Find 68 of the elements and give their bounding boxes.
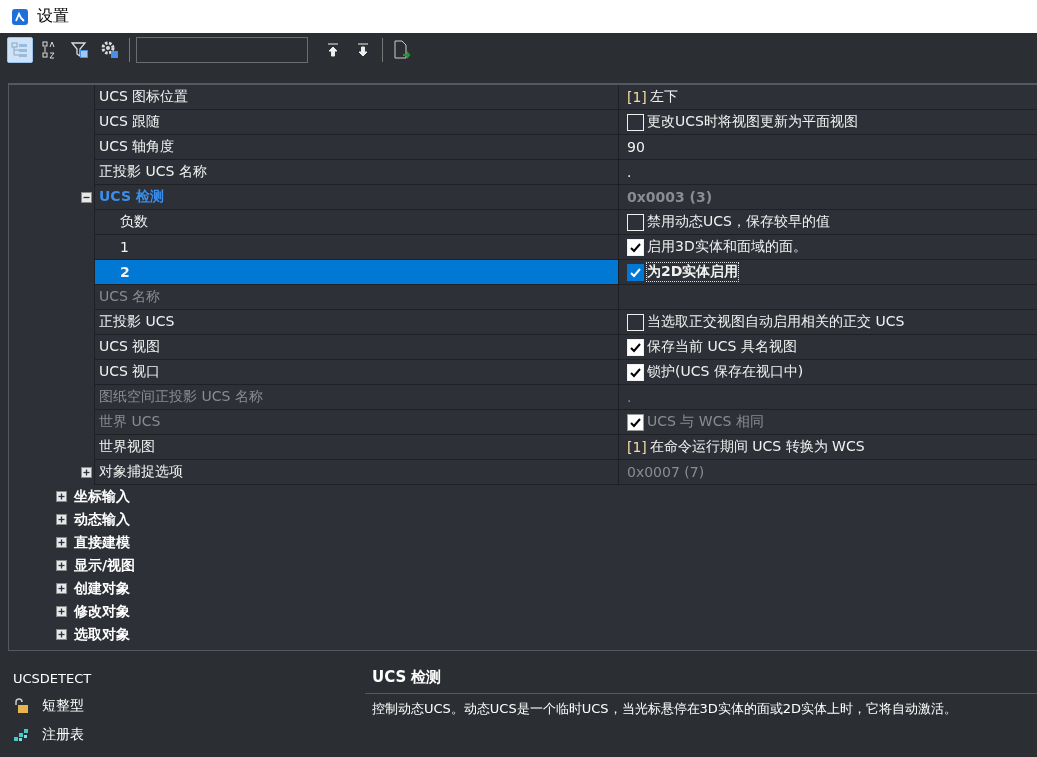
document-arrow-icon: [393, 39, 411, 60]
description-text: 控制动态UCS。动态UCS是一个临时UCS，当光标悬停在3D实体的面或2D实体上时，它将自动激活。: [371, 700, 959, 718]
property-value: .: [627, 389, 632, 405]
option-index: [1]: [627, 439, 647, 455]
settings-icon: [101, 40, 119, 59]
property-name: 1: [120, 239, 129, 255]
arrow-up-icon: [327, 42, 339, 57]
category-label[interactable]: 选取对象: [74, 625, 130, 644]
property-name: UCS 视图: [99, 338, 161, 356]
category-label[interactable]: 显示/视图: [74, 556, 136, 575]
property-value: 锁护(UCS 保存在视口中): [647, 363, 804, 381]
description-title: UCS 检测: [365, 668, 1037, 694]
property-value: 左下: [649, 88, 678, 106]
command-name: UCSDETECT: [13, 671, 93, 686]
property-name: 负数: [120, 213, 148, 231]
property-name: UCS 图标位置: [99, 88, 189, 106]
property-value: 禁用动态UCS，保存较早的值: [647, 213, 830, 231]
property-value: 90: [627, 139, 645, 155]
lock-icon: [13, 698, 29, 714]
category-label[interactable]: 直接建模: [74, 533, 130, 552]
property-value: 保存当前 UCS 具名视图: [647, 338, 797, 356]
property-value: 0x0007 (7): [627, 464, 705, 480]
property-name: UCS 视口: [99, 363, 161, 381]
category-label[interactable]: 坐标输入: [74, 487, 130, 506]
property-value: 启用3D实体和面域的面。: [647, 238, 807, 256]
property-value: .: [627, 164, 632, 180]
property-name: UCS 名称: [99, 288, 161, 306]
property-name: UCS 跟随: [99, 113, 161, 131]
property-value: 更改UCS时将视图更新为平面视图: [647, 113, 858, 131]
property-value: 为2D实体启用: [647, 263, 739, 281]
search-field[interactable]: [136, 36, 308, 63]
option-index: [1]: [627, 89, 647, 105]
expand-icon[interactable]: [56, 514, 67, 525]
property-value: 0x0003 (3): [627, 189, 713, 205]
property-name: 2: [120, 264, 130, 280]
expand-icon[interactable]: [56, 583, 67, 594]
category-label[interactable]: 动态输入: [74, 510, 130, 529]
property-value: 在命令运行期间 UCS 转换为 WCS: [649, 438, 865, 456]
property-name: 图纸空间正投影 UCS 名称: [99, 388, 263, 406]
property-name: 正投影 UCS: [99, 313, 175, 331]
category-label[interactable]: 修改对象: [74, 602, 130, 621]
arrow-down-icon: [357, 42, 369, 57]
expand-icon[interactable]: [56, 537, 67, 548]
property-name: UCS 检测: [99, 188, 164, 206]
expand-icon[interactable]: [56, 491, 67, 502]
item-label: 注册表: [42, 726, 84, 744]
app-logo-icon: [12, 8, 28, 25]
property-value: UCS 与 WCS 相同: [647, 413, 764, 431]
expand-icon[interactable]: [56, 606, 67, 617]
filter-icon: [71, 40, 89, 59]
expand-icon[interactable]: [56, 560, 67, 571]
property-name: UCS 轴角度: [99, 138, 175, 156]
sort-icon: [42, 40, 58, 59]
window-title: 设置: [37, 6, 69, 27]
property-name: 世界 UCS: [99, 413, 161, 431]
expand-icon[interactable]: [56, 629, 67, 640]
property-name: 正投影 UCS 名称: [99, 163, 207, 181]
category-label[interactable]: 创建对象: [74, 579, 130, 598]
collapse-icon[interactable]: [81, 192, 92, 203]
checkbox[interactable]: [627, 263, 644, 281]
expand-icon[interactable]: [81, 467, 92, 478]
registry-icon: [13, 727, 29, 743]
property-name: 对象捕捉选项: [99, 463, 183, 481]
tree-view-icon: [11, 40, 29, 59]
tree-view-button[interactable]: [7, 36, 33, 63]
property-value: 当选取正交视图自动启用相关的正交 UCS: [647, 313, 905, 331]
property-name: 世界视图: [99, 438, 155, 456]
item-label: 短整型: [42, 697, 84, 715]
